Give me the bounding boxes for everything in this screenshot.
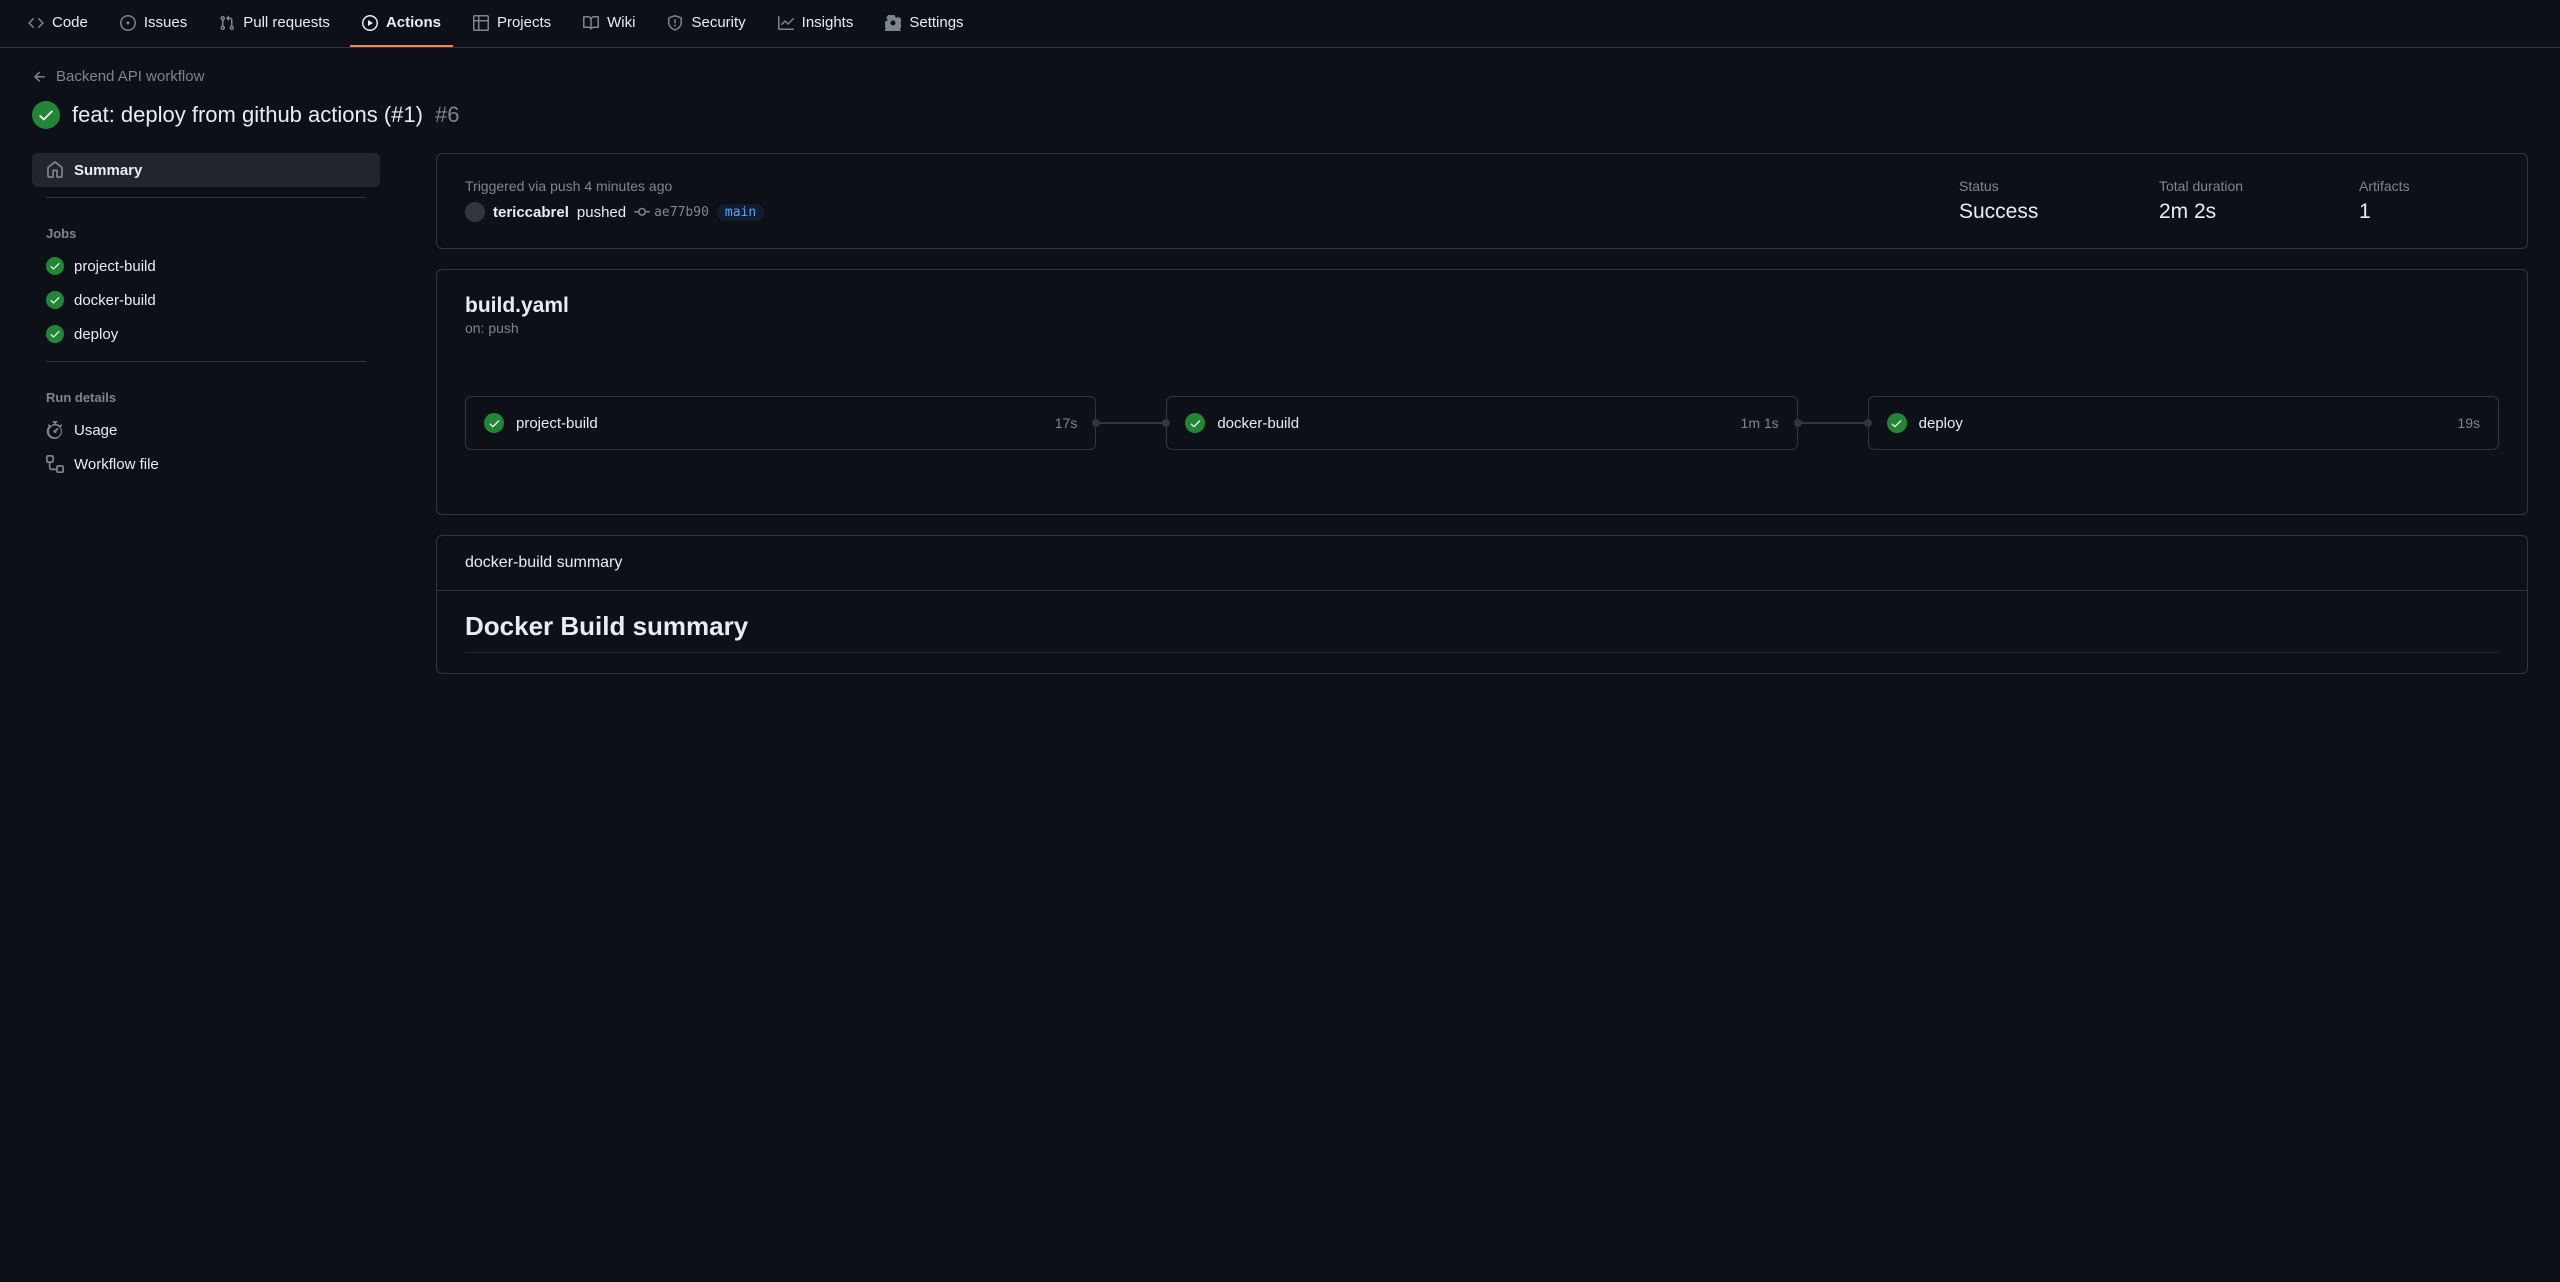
divider [46,361,366,362]
branch-tag[interactable]: main [717,204,764,221]
node-time: 17s [1055,415,1078,431]
workflow-card: build.yaml on: push project-build 17s do… [436,269,2528,515]
check-circle-icon [484,413,504,433]
status-block: Status Success [1959,178,2099,224]
nav-wiki-label: Wiki [607,14,635,31]
table-icon [473,15,489,31]
commit-sha-link[interactable]: ae77b90 [634,204,709,220]
workflow-file-name[interactable]: build.yaml [465,294,2499,318]
play-icon [362,15,378,31]
sidebar: Summary Jobs project-build docker-build … [16,153,396,694]
nav-code[interactable]: Code [16,0,100,47]
nav-settings-label: Settings [909,14,963,31]
run-title: feat: deploy from github actions (#1) [72,102,423,128]
sidebar-usage[interactable]: Usage [32,413,380,447]
sidebar-job-docker-build[interactable]: docker-build [32,283,380,317]
check-circle-icon [46,291,64,309]
nav-pulls-label: Pull requests [243,14,330,31]
gear-icon [885,15,901,31]
nav-issues[interactable]: Issues [108,0,199,47]
nav-code-label: Code [52,14,88,31]
workflow-graph: project-build 17s docker-build 1m 1s dep… [465,396,2499,450]
arrow-left-icon [32,69,48,85]
summary-title: Docker Build summary [465,611,2499,653]
node-name: project-build [516,415,1043,432]
artifacts-label: Artifacts [2359,178,2499,194]
issue-icon [120,15,136,31]
sidebar-summary[interactable]: Summary [32,153,380,187]
summary-header: docker-build summary [437,536,2527,591]
sidebar-summary-label: Summary [74,162,142,179]
workflow-node-project-build[interactable]: project-build 17s [465,396,1096,450]
shield-icon [667,15,683,31]
sidebar-job-label: deploy [74,326,118,343]
node-time: 19s [2457,415,2480,431]
check-circle-icon [32,101,60,129]
duration-block: Total duration 2m 2s [2159,178,2299,224]
workflow-node-deploy[interactable]: deploy 19s [1868,396,2499,450]
nav-actions-label: Actions [386,14,441,31]
nav-insights-label: Insights [802,14,854,31]
repo-nav: Code Issues Pull requests Actions Projec… [0,0,2560,48]
sidebar-job-label: docker-build [74,292,156,309]
duration-value: 2m 2s [2159,200,2299,224]
breadcrumb-workflow-link[interactable]: Backend API workflow [56,68,204,85]
main-content: Triggered via push 4 minutes ago tericca… [396,153,2544,694]
status-label: Status [1959,178,2099,194]
nav-projects[interactable]: Projects [461,0,563,47]
nav-insights[interactable]: Insights [766,0,866,47]
code-icon [28,15,44,31]
nav-projects-label: Projects [497,14,551,31]
workflow-icon [46,455,64,473]
sidebar-jobs-header: Jobs [32,208,380,249]
commit-icon [634,204,650,220]
duration-label: Total duration [2159,178,2299,194]
graph-icon [778,15,794,31]
stats-card: Triggered via push 4 minutes ago tericca… [436,153,2528,249]
build-summary-card: docker-build summary Docker Build summar… [436,535,2528,674]
sidebar-job-project-build[interactable]: project-build [32,249,380,283]
artifacts-value[interactable]: 1 [2359,200,2499,224]
breadcrumb: Backend API workflow [0,48,2560,93]
sidebar-workflow-file-label: Workflow file [74,456,159,473]
nav-security-label: Security [691,14,745,31]
node-time: 1m 1s [1741,415,1779,431]
nav-security[interactable]: Security [655,0,757,47]
status-value: Success [1959,200,2099,224]
book-icon [583,15,599,31]
sidebar-workflow-file[interactable]: Workflow file [32,447,380,481]
connector [1798,422,1868,424]
avatar[interactable] [465,202,485,222]
sidebar-usage-label: Usage [74,422,117,439]
nav-pulls[interactable]: Pull requests [207,0,342,47]
sidebar-job-deploy[interactable]: deploy [32,317,380,351]
nav-settings[interactable]: Settings [873,0,975,47]
sidebar-run-details-header: Run details [32,372,380,413]
trigger-info: Triggered via push 4 minutes ago tericca… [465,178,1899,224]
nav-wiki[interactable]: Wiki [571,0,647,47]
triggered-text: Triggered via push 4 minutes ago [465,178,1899,194]
connector [1096,422,1166,424]
git-pull-request-icon [219,15,235,31]
nav-actions[interactable]: Actions [350,0,453,47]
run-title-row: feat: deploy from github actions (#1) #6 [0,93,2560,153]
node-name: docker-build [1217,415,1728,432]
divider [46,197,366,198]
workflow-node-docker-build[interactable]: docker-build 1m 1s [1166,396,1797,450]
check-circle-icon [46,257,64,275]
check-circle-icon [1887,413,1907,433]
check-circle-icon [46,325,64,343]
workflow-trigger: on: push [465,320,2499,336]
artifacts-block: Artifacts 1 [2359,178,2499,224]
run-number: #6 [435,102,459,128]
stopwatch-icon [46,421,64,439]
home-icon [46,161,64,179]
sidebar-job-label: project-build [74,258,156,275]
check-circle-icon [1185,413,1205,433]
author-link[interactable]: tericcabrel [493,204,569,221]
node-name: deploy [1919,415,2446,432]
pushed-text: pushed [577,204,626,221]
nav-issues-label: Issues [144,14,187,31]
